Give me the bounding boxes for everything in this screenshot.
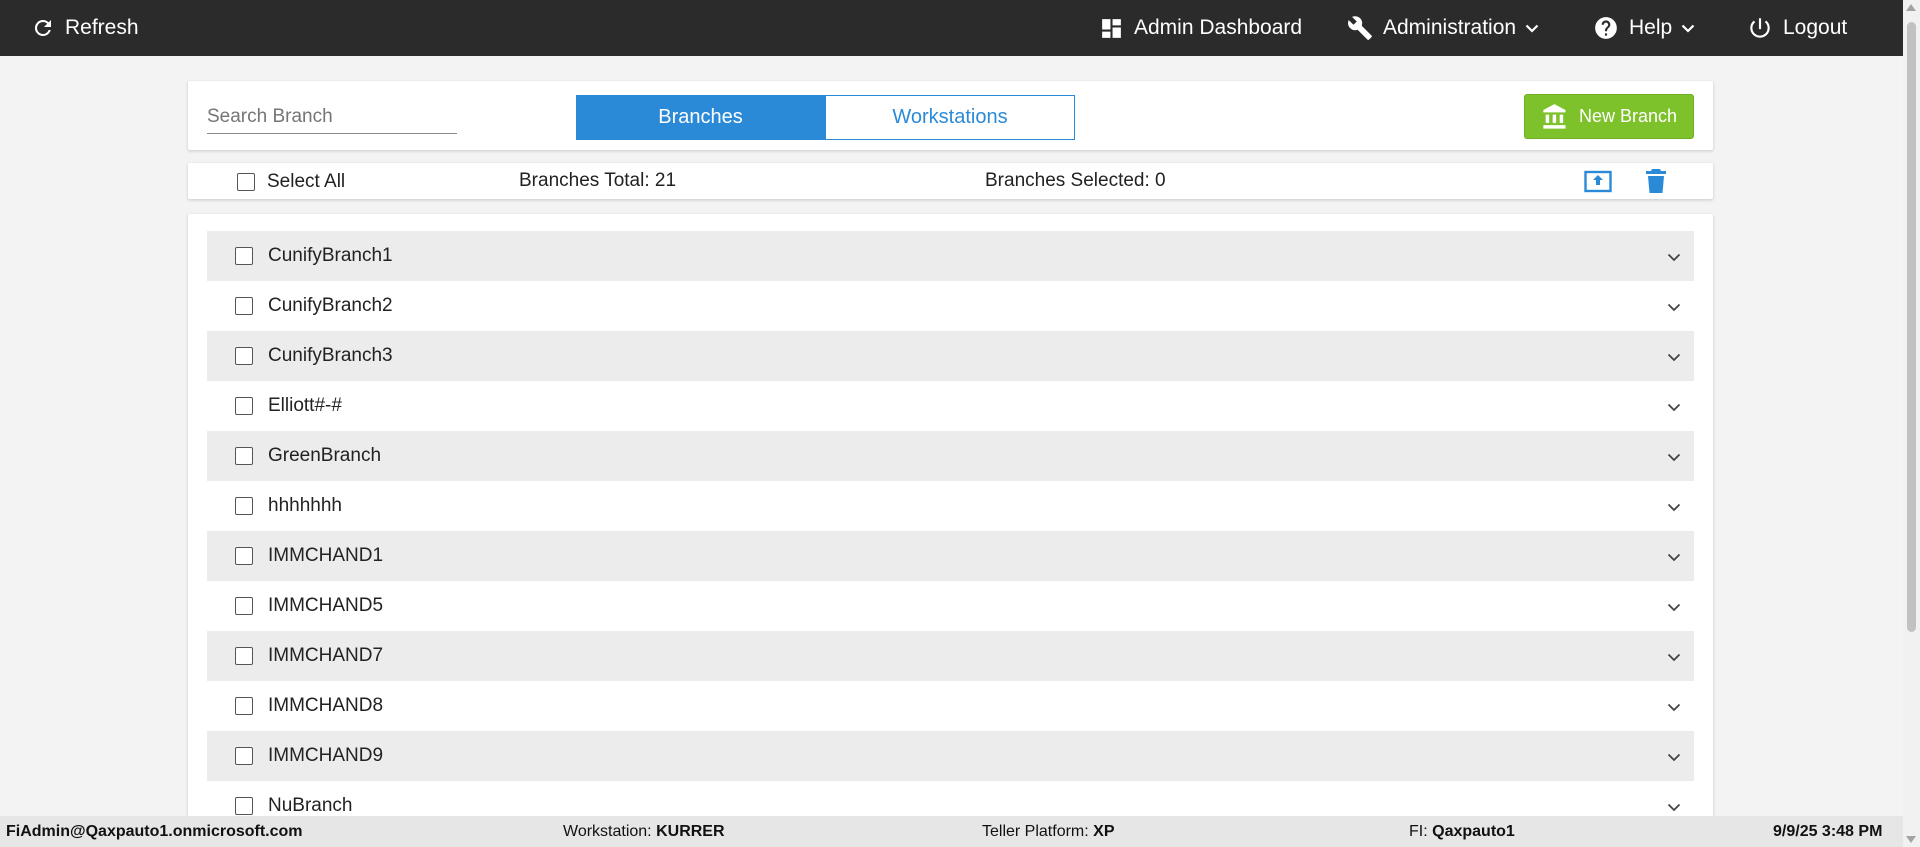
expand-chevron-icon[interactable] [1666,649,1682,665]
branches-selected: Branches Selected: 0 [985,170,1166,191]
expand-chevron-icon[interactable] [1666,599,1682,615]
branch-name: IMMCHAND7 [268,645,384,666]
upload-icon [1584,170,1612,193]
trash-icon [1646,169,1666,193]
footer-fi: FI: Qaxpauto1 [1409,823,1515,840]
branch-name: CunifyBranch3 [268,345,393,366]
branch-row[interactable]: IMMCHAND9 [207,731,1694,781]
branch-name: IMMCHAND9 [268,745,384,766]
branch-row[interactable]: Elliott#-# [207,381,1694,431]
admin-dashboard-label: Admin Dashboard [1134,16,1303,39]
footer-user: FiAdmin@Qaxpauto1.onmicrosoft.com [6,823,303,840]
branch-name: CunifyBranch2 [268,295,393,316]
branch-checkbox[interactable] [235,597,253,615]
expand-chevron-icon[interactable] [1666,349,1682,365]
expand-chevron-icon[interactable] [1666,249,1682,265]
branch-name: GreenBranch [268,445,382,466]
scroll-down-arrow[interactable] [1906,836,1916,843]
branch-checkbox[interactable] [235,247,253,265]
search-branch-input[interactable] [207,101,457,134]
branch-checkbox[interactable] [235,297,253,315]
footer-workstation: Workstation: KURRER [563,823,725,840]
expand-chevron-icon[interactable] [1666,549,1682,565]
footer-datetime: 9/9/25 3:48 PM [1773,823,1883,840]
tab-workstations[interactable]: Workstations [825,95,1075,140]
branch-checkbox[interactable] [235,497,253,515]
help-label: Help [1629,16,1673,39]
expand-chevron-icon[interactable] [1666,299,1682,315]
branch-name: IMMCHAND1 [268,545,384,566]
branch-row[interactable]: CunifyBranch1 [207,231,1694,281]
status-footer: FiAdmin@Qaxpauto1.onmicrosoft.com Workst… [0,816,1903,847]
branch-name: IMMCHAND8 [268,695,384,716]
logout-button[interactable]: Logout [1747,0,1847,56]
administration-label: Administration [1383,16,1517,39]
footer-teller-platform: Teller Platform: XP [982,823,1115,840]
logout-label: Logout [1783,16,1848,39]
branch-row[interactable]: GreenBranch [207,431,1694,481]
branch-checkbox[interactable] [235,547,253,565]
scrollbar-thumb[interactable] [1907,22,1916,632]
delete-button[interactable] [1644,167,1668,200]
refresh-label: Refresh [65,16,139,39]
bank-icon [1543,103,1566,129]
branch-checkbox[interactable] [235,747,253,765]
help-menu[interactable]: Help [1593,0,1696,56]
page-scrollbar[interactable] [1903,0,1920,847]
help-icon [1595,17,1617,39]
administration-menu[interactable]: Administration [1347,0,1540,56]
new-branch-button[interactable]: New Branch [1524,94,1694,139]
branch-checkbox[interactable] [235,397,253,415]
branch-name: CunifyBranch1 [268,245,393,266]
branch-list: CunifyBranch1 CunifyBranch2 CunifyBranch3 E… [188,214,1713,847]
chevron-down-icon [1525,24,1539,33]
branch-row[interactable]: CunifyBranch2 [207,281,1694,331]
dashboard-icon [1102,18,1121,38]
admin-dashboard-button[interactable]: Admin Dashboard [1099,0,1302,56]
select-all-label: Select All [267,171,346,192]
branch-toolbar-card: Branches Workstations New Branch [188,81,1713,150]
branch-row[interactable]: CunifyBranch3 [207,331,1694,381]
branch-row[interactable]: hhhhhhh [207,481,1694,531]
expand-chevron-icon[interactable] [1666,799,1682,815]
expand-chevron-icon[interactable] [1666,449,1682,465]
branch-row[interactable]: IMMCHAND7 [207,631,1694,681]
branch-checkbox[interactable] [235,447,253,465]
chevron-down-icon [1681,24,1695,33]
branch-name: Elliott#-# [268,395,342,416]
expand-chevron-icon[interactable] [1666,699,1682,715]
select-all-checkbox[interactable]: Select All [237,171,345,193]
scroll-up-arrow[interactable] [1906,4,1916,11]
expand-chevron-icon[interactable] [1666,749,1682,765]
branch-checkbox[interactable] [235,647,253,665]
checkbox[interactable] [237,173,255,191]
branch-name: NuBranch [268,795,353,816]
branch-checkbox[interactable] [235,347,253,365]
branch-name: hhhhhhh [268,495,342,516]
upload-button[interactable] [1583,167,1613,200]
refresh-icon [34,19,51,36]
power-icon [1750,18,1770,38]
top-navigation-bar: Refresh Admin Dashboard Administration H… [0,0,1920,56]
branch-row[interactable]: IMMCHAND1 [207,531,1694,581]
wrench-icon [1348,16,1372,40]
branch-row[interactable]: IMMCHAND8 [207,681,1694,731]
branch-checkbox[interactable] [235,797,253,815]
refresh-button[interactable]: Refresh [31,0,139,56]
branch-checkbox[interactable] [235,697,253,715]
branches-total: Branches Total: 21 [519,170,677,191]
expand-chevron-icon[interactable] [1666,399,1682,415]
new-branch-label: New Branch [1578,106,1678,126]
branch-name: IMMCHAND5 [268,595,384,616]
expand-chevron-icon[interactable] [1666,499,1682,515]
selection-status-bar: Select All Branches Total: 21 Branches S… [188,163,1713,199]
tab-branches[interactable]: Branches [576,95,825,140]
branch-row[interactable]: IMMCHAND5 [207,581,1694,631]
